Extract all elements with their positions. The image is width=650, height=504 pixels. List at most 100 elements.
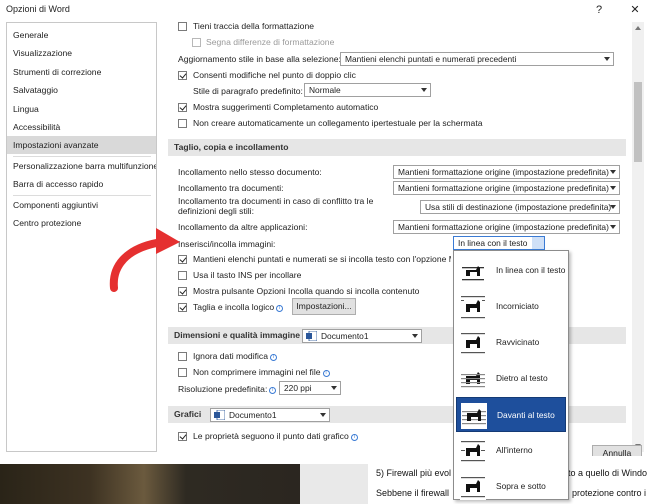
help-button[interactable]: ? <box>588 1 610 19</box>
chevron-down-icon <box>412 334 418 338</box>
wrap-option-behind[interactable]: Dietro al testo <box>456 361 566 396</box>
wrap-option-through[interactable]: All'interno <box>456 433 566 468</box>
paste-same-doc-label: Incollamento nello stesso documento: <box>178 167 322 177</box>
image-size-document-select[interactable]: Documento1 <box>302 329 422 343</box>
wrap-option-top-bottom[interactable]: Sopra e sotto <box>456 469 566 504</box>
sidebar-item-visualizzazione[interactable]: Visualizzazione <box>7 44 156 62</box>
sidebar-item-impostazioni-avanzate[interactable]: Impostazioni avanzate <box>7 136 156 154</box>
wrap-in-front-icon <box>461 403 487 429</box>
wrap-option-inline[interactable]: In linea con il testo <box>456 253 566 288</box>
sidebar-item-componenti[interactable]: Componenti aggiuntivi <box>7 196 156 214</box>
paste-other-apps-value: Mantieni formattazione origine (impostaz… <box>398 222 609 232</box>
word-document-icon <box>306 331 317 341</box>
wrap-option-label: Davanti al testo <box>497 410 555 420</box>
resolution-text: Risoluzione predefinita: <box>178 384 268 394</box>
wrap-option-label: In linea con il testo <box>496 265 566 275</box>
insert-images-label: Inserisci/incolla immagini: <box>178 239 276 249</box>
paste-other-apps-label: Incollamento da altre applicazioni: <box>178 222 308 232</box>
sidebar-item-correzione[interactable]: Strumenti di correzione <box>7 63 156 81</box>
charts-document-select[interactable]: Documento1 <box>210 408 330 422</box>
sidebar-item-lingua[interactable]: Lingua <box>7 100 156 118</box>
no-hyperlink-checkbox[interactable] <box>178 119 187 128</box>
paste-same-doc-select[interactable]: Mantieni formattazione origine (impostaz… <box>393 165 620 179</box>
insert-images-select[interactable]: In linea con il testo <box>453 236 545 250</box>
wrap-options-dropdown: In linea con il testo Incorniciato Ravvi… <box>453 250 569 500</box>
wrap-tight-icon <box>460 330 486 356</box>
properties-follow-checkbox[interactable] <box>178 432 187 441</box>
smart-cut-checkbox[interactable] <box>178 303 187 312</box>
close-button[interactable]: ✕ <box>624 1 646 19</box>
update-style-label: Aggiornamento stile in base alla selezio… <box>178 54 341 64</box>
wrap-option-label: Ravvicinato <box>496 337 540 347</box>
paste-between-docs-label: Incollamento tra documenti: <box>178 183 284 193</box>
sidebar-item-generale[interactable]: Generale <box>7 26 156 44</box>
wrap-option-label: Sopra e sotto <box>496 481 546 491</box>
discard-editing-label: Ignora dati modifica i <box>193 351 277 361</box>
chevron-down-icon <box>610 186 616 190</box>
no-compress-label: Non comprimere immagini nel file i <box>193 367 330 377</box>
background-text-line1: 5) Firewall più evol <box>376 468 452 478</box>
chevron-down-icon <box>421 88 427 92</box>
info-icon: i <box>270 354 277 361</box>
wrap-option-in-front[interactable]: Davanti al testo <box>456 397 566 432</box>
show-paste-options-label: Mostra pulsante Opzioni Incolla quando s… <box>193 286 420 296</box>
default-style-label: Stile di paragrafo predefinito: <box>193 86 303 96</box>
no-compress-checkbox[interactable] <box>178 368 187 377</box>
default-style-select[interactable]: Normale <box>304 83 431 97</box>
sidebar-item-accessibilita[interactable]: Accessibilità <box>7 118 156 136</box>
scroll-up-icon[interactable] <box>635 26 641 30</box>
resolution-value: 220 ppi <box>284 383 312 393</box>
chevron-down-icon <box>604 57 610 61</box>
smart-cut-label: Taglia e incolla logico i <box>193 302 284 312</box>
update-style-select[interactable]: Mantieni elenchi puntati e numerati prec… <box>340 52 614 66</box>
autocomplete-checkbox[interactable] <box>178 103 187 112</box>
chevron-down-icon <box>610 170 616 174</box>
section-cut-copy-paste: Taglio, copia e incollamento <box>168 139 626 156</box>
vertical-scrollbar[interactable] <box>632 22 644 452</box>
info-icon: i <box>276 305 284 312</box>
mark-inconsistencies-checkbox[interactable] <box>192 38 201 47</box>
update-style-value: Mantieni elenchi puntati e numerati prec… <box>345 54 517 64</box>
wrap-option-tight[interactable]: Ravvicinato <box>456 325 566 360</box>
mark-inconsistencies-label: Segna differenze di formattazione <box>206 37 335 47</box>
background-gap <box>300 464 368 504</box>
click-and-type-checkbox[interactable] <box>178 71 187 80</box>
background-text-line1-end: to a quello di Windo <box>568 468 648 478</box>
section-image-size-title: Dimensioni e qualità immagine <box>174 330 301 340</box>
sidebar-item-accesso-rapido[interactable]: Barra di accesso rapido <box>7 175 156 193</box>
discard-editing-checkbox[interactable] <box>178 352 187 361</box>
paste-between-docs-select[interactable]: Mantieni formattazione origine (impostaz… <box>393 181 620 195</box>
scroll-thumb[interactable] <box>634 82 642 162</box>
paste-same-doc-value: Mantieni formattazione origine (impostaz… <box>398 167 609 177</box>
settings-button[interactable]: Impostazioni... <box>292 298 356 315</box>
wrap-square-icon <box>460 294 486 320</box>
info-icon: i <box>322 370 330 377</box>
section-charts-title: Grafici <box>174 409 202 419</box>
click-and-type-label: Consenti modifiche nel punto di doppio c… <box>193 70 356 80</box>
resolution-label: Risoluzione predefinita: i <box>178 384 277 394</box>
wrap-through-icon <box>460 438 486 464</box>
window-title: Opzioni di Word <box>6 4 70 14</box>
paste-conflict-select[interactable]: Usa stili di destinazione (impostazione … <box>420 200 620 214</box>
insert-images-value: In linea con il testo <box>458 238 528 248</box>
no-compress-text: Non comprimere immagini nel file <box>193 367 321 377</box>
discard-editing-text: Ignora dati modifica <box>193 351 268 361</box>
track-formatting-label: Tieni traccia della formattazione <box>193 22 315 31</box>
paste-other-apps-select[interactable]: Mantieni formattazione origine (impostaz… <box>393 220 620 234</box>
smart-cut-text: Taglia e incolla logico <box>193 302 275 312</box>
properties-follow-text: Le proprietà seguono il punto dati grafi… <box>193 431 349 441</box>
autocomplete-label: Mostra suggerimenti Completamento automa… <box>193 102 379 112</box>
sidebar-item-barra-multifunzione[interactable]: Personalizzazione barra multifunzione <box>7 157 156 175</box>
track-formatting-checkbox[interactable] <box>178 22 187 31</box>
wrap-option-label: All'interno <box>496 445 533 455</box>
sidebar-item-salvataggio[interactable]: Salvataggio <box>7 81 156 99</box>
properties-follow-label: Le proprietà seguono il punto dati grafi… <box>193 431 358 441</box>
chevron-down-icon <box>331 386 337 390</box>
resolution-select[interactable]: 220 ppi <box>279 381 341 395</box>
wrap-option-square[interactable]: Incorniciato <box>456 289 566 324</box>
background-photo <box>0 464 300 504</box>
red-arrow-icon <box>109 228 180 292</box>
wrap-option-label: Incorniciato <box>496 301 539 311</box>
charts-document-value: Documento1 <box>229 410 277 420</box>
chevron-down-icon <box>610 225 616 229</box>
